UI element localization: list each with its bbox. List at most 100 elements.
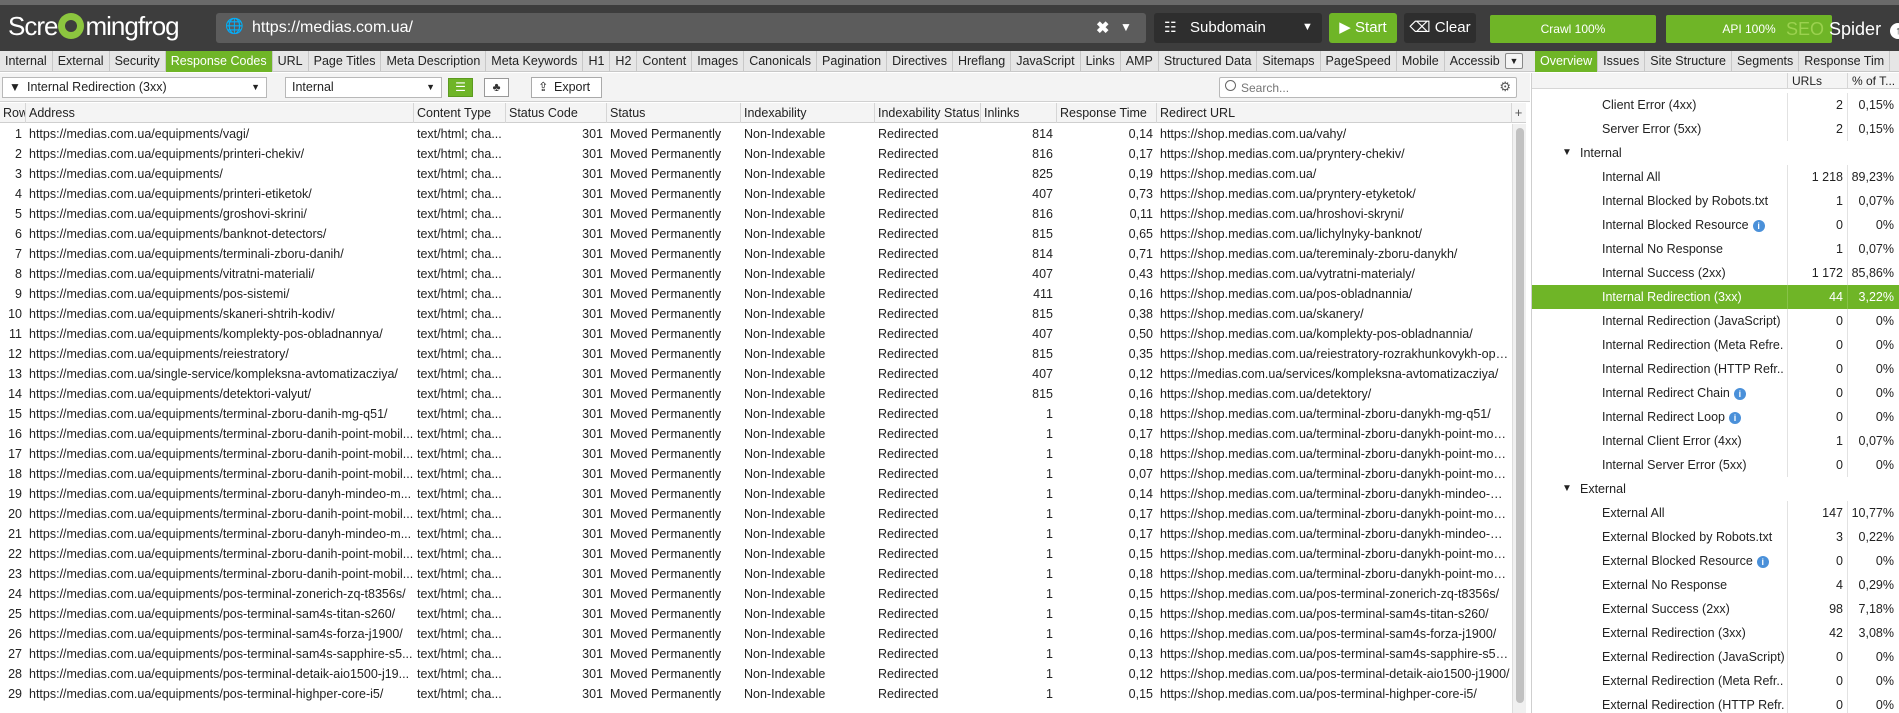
search-options-icon[interactable]: ⚙ xyxy=(1499,79,1511,95)
overview-item-internal-redirection-http-refr[interactable]: Internal Redirection (HTTP Refr... 0 0% xyxy=(1532,357,1899,381)
overview-item-external-redirection-javascript[interactable]: External Redirection (JavaScript)i00% xyxy=(1532,645,1899,669)
table-row[interactable]: 27 https://medias.com.ua/equipments/pos-t… xyxy=(0,644,1512,664)
scrollbar-thumb[interactable] xyxy=(1516,128,1524,703)
tab-links[interactable]: Links xyxy=(1081,51,1121,72)
overview-item-internal-blocked-resource[interactable]: Internal Blocked Resource i 0 0% xyxy=(1532,213,1899,237)
info-icon[interactable]: i xyxy=(1733,388,1746,400)
tab-pagespeed[interactable]: PageSpeed xyxy=(1321,51,1397,72)
tab-images[interactable]: Images xyxy=(692,51,745,72)
table-row[interactable]: 8 https://medias.com.ua/equipments/vitrat… xyxy=(0,264,1512,284)
tab-javascript[interactable]: JavaScript xyxy=(1011,51,1081,72)
overview-item-client-error-4xx[interactable]: Client Error (4xx) 2 0,15% xyxy=(1532,93,1899,117)
table-row[interactable]: 2 https://medias.com.ua/equipments/printe… xyxy=(0,144,1512,164)
overview-item-external-redirection-3xx[interactable]: External Redirection (3xx) 42 3,08% xyxy=(1532,621,1899,645)
tab-canonicals[interactable]: Canonicals xyxy=(744,51,818,72)
table-row[interactable]: 18 https://medias.com.ua/equipments/termi… xyxy=(0,464,1512,484)
overview-item-internal-no-response[interactable]: Internal No Response 1 0,07% xyxy=(1532,237,1899,261)
table-row[interactable]: 13 https://medias.com.ua/single-service/k… xyxy=(0,364,1512,384)
tab-page-titles[interactable]: Page Titles xyxy=(309,51,382,72)
table-row[interactable]: 6 https://medias.com.ua/equipments/bankno… xyxy=(0,224,1512,244)
table-row[interactable]: 5 https://medias.com.ua/equipments/grosho… xyxy=(0,204,1512,224)
panel-tab-site-structure[interactable]: Site Structure xyxy=(1645,51,1732,72)
table-row[interactable]: 15 https://medias.com.ua/equipments/termi… xyxy=(0,404,1512,424)
table-row[interactable]: 28 https://medias.com.ua/equipments/pos-t… xyxy=(0,664,1512,684)
add-column-icon[interactable]: + xyxy=(1511,103,1526,123)
collapse-triangle-icon[interactable]: ▼ xyxy=(1562,141,1572,165)
overview-group-external[interactable]: ▼ External xyxy=(1532,477,1899,501)
table-row[interactable]: 21 https://medias.com.ua/equipments/termi… xyxy=(0,524,1512,544)
tab-external[interactable]: External xyxy=(53,51,110,72)
table-row[interactable]: 14 https://medias.com.ua/equipments/detek… xyxy=(0,384,1512,404)
table-row[interactable]: 24 https://medias.com.ua/equipments/pos-t… xyxy=(0,584,1512,604)
tab-pagination[interactable]: Pagination xyxy=(817,51,888,72)
column-header-status-code[interactable]: Status Code xyxy=(506,103,607,123)
overview-item-external-success-2xx[interactable]: External Success (2xx) 98 7,18% xyxy=(1532,597,1899,621)
column-header-status[interactable]: Status xyxy=(607,103,741,123)
tab-response-codes[interactable]: Response Codes xyxy=(165,51,273,72)
overview-item-internal-redirection-javascript[interactable]: Internal Redirection (JavaScript)i00% xyxy=(1532,309,1899,333)
info-icon[interactable]: i xyxy=(1729,412,1741,424)
tab-content[interactable]: Content xyxy=(637,51,693,72)
table-row[interactable]: 22 https://medias.com.ua/equipments/termi… xyxy=(0,544,1512,564)
overview-item-external-all[interactable]: External All 147 10,77% xyxy=(1532,501,1899,525)
overview-item-internal-blocked-by-robots-txt[interactable]: Internal Blocked by Robots.txt 1 0,07% xyxy=(1532,189,1899,213)
table-row[interactable]: 7 https://medias.com.ua/equipments/termin… xyxy=(0,244,1512,264)
scope-dropdown[interactable]: Internal ▼ xyxy=(285,77,442,98)
table-row[interactable]: 11 https://medias.com.ua/equipments/kompl… xyxy=(0,324,1512,344)
overview-column-percent[interactable]: % of T... xyxy=(1847,73,1899,89)
overview-item-internal-redirect-loop[interactable]: Internal Redirect Loop i 0 0% xyxy=(1532,405,1899,429)
start-button[interactable]: ▶ Start xyxy=(1329,13,1397,43)
column-header-address[interactable]: Address xyxy=(26,103,414,123)
overview-item-internal-redirection-3xx[interactable]: Internal Redirection (3xx) 44 3,22% xyxy=(1532,285,1899,309)
column-header-indexability[interactable]: Indexability xyxy=(741,103,875,123)
overview-group-internal[interactable]: ▼ Internal xyxy=(1532,141,1899,165)
panel-tab-segments[interactable]: Segments xyxy=(1732,51,1800,72)
tab-security[interactable]: Security xyxy=(110,51,166,72)
tab-mobile[interactable]: Mobile xyxy=(1397,51,1445,72)
panel-tab-overview[interactable]: Overview xyxy=(1535,51,1599,72)
table-row[interactable]: 1 https://medias.com.ua/equipments/vagi/t… xyxy=(0,124,1512,144)
clear-url-icon[interactable]: ✖ xyxy=(1096,18,1109,38)
table-row[interactable]: 20 https://medias.com.ua/equipments/termi… xyxy=(0,504,1512,524)
overview-item-internal-client-error-4xx[interactable]: Internal Client Error (4xx) 1 0,07% xyxy=(1532,429,1899,453)
overview-item-internal-redirect-chain[interactable]: Internal Redirect Chain i 0 0% xyxy=(1532,381,1899,405)
tab-h1[interactable]: H1 xyxy=(583,51,611,72)
column-header-indexability-status[interactable]: Indexability Status xyxy=(875,103,981,123)
overview-item-internal-all[interactable]: Internal All 1 218 89,23% xyxy=(1532,165,1899,189)
info-icon[interactable]: i xyxy=(1752,220,1765,232)
overview-item-external-redirection-meta-refr[interactable]: External Redirection (Meta Refr... 0 0% xyxy=(1532,669,1899,693)
info-icon[interactable]: i xyxy=(1756,556,1769,568)
overview-item-internal-redirection-meta-refre[interactable]: Internal Redirection (Meta Refre... 0 0% xyxy=(1532,333,1899,357)
table-row[interactable]: 26 https://medias.com.ua/equipments/pos-t… xyxy=(0,624,1512,644)
tab-meta-description[interactable]: Meta Description xyxy=(381,51,487,72)
tab-h2[interactable]: H2 xyxy=(610,51,638,72)
overview-item-external-blocked-resource[interactable]: External Blocked Resource i 0 0% xyxy=(1532,549,1899,573)
tab-hreflang[interactable]: Hreflang xyxy=(953,51,1012,72)
table-row[interactable]: 25 https://medias.com.ua/equipments/pos-t… xyxy=(0,604,1512,624)
panel-tab-response-tim[interactable]: Response Tim xyxy=(1799,51,1891,72)
table-row[interactable]: 4 https://medias.com.ua/equipments/printe… xyxy=(0,184,1512,204)
column-header-inlinks[interactable]: Inlinks xyxy=(981,103,1057,123)
clear-button[interactable]: ⌫ Clear xyxy=(1404,13,1476,43)
table-row[interactable]: 19 https://medias.com.ua/equipments/termi… xyxy=(0,484,1512,504)
tab-accessib[interactable]: Accessib xyxy=(1445,51,1505,72)
tab-directives[interactable]: Directives xyxy=(887,51,953,72)
upgrade-icon[interactable]: ↑ xyxy=(1890,23,1899,39)
collapse-triangle-icon[interactable]: ▼ xyxy=(1562,477,1572,501)
filter-dropdown[interactable]: ▼ Internal Redirection (3xx) ▼ xyxy=(2,77,267,98)
list-view-button[interactable]: ☰ xyxy=(448,78,473,97)
crawl-mode-select[interactable]: ☷ Subdomain ▼ xyxy=(1154,13,1322,43)
export-button[interactable]: ⇪ Export xyxy=(531,77,602,98)
overview-item-internal-server-error-5xx[interactable]: Internal Server Error (5xx) 0 0% xyxy=(1532,453,1899,477)
url-input[interactable] xyxy=(252,17,1052,39)
search-input[interactable] xyxy=(1241,79,1481,96)
overview-item-internal-success-2xx[interactable]: Internal Success (2xx) 1 172 85,86% xyxy=(1532,261,1899,285)
column-header-redirect-url[interactable]: Redirect URL xyxy=(1157,103,1512,123)
panel-tab-issues[interactable]: Issues xyxy=(1598,51,1646,72)
tab-internal[interactable]: Internal xyxy=(0,51,53,72)
overview-item-external-redirection-http-refr[interactable]: External Redirection (HTTP Refr... 0 0% xyxy=(1532,693,1899,713)
tree-view-button[interactable]: ♣ xyxy=(484,78,509,97)
table-row[interactable]: 23 https://medias.com.ua/equipments/termi… xyxy=(0,564,1512,584)
column-header-row[interactable]: Row xyxy=(0,103,26,123)
table-row[interactable]: 29 https://medias.com.ua/equipments/pos-t… xyxy=(0,684,1512,704)
